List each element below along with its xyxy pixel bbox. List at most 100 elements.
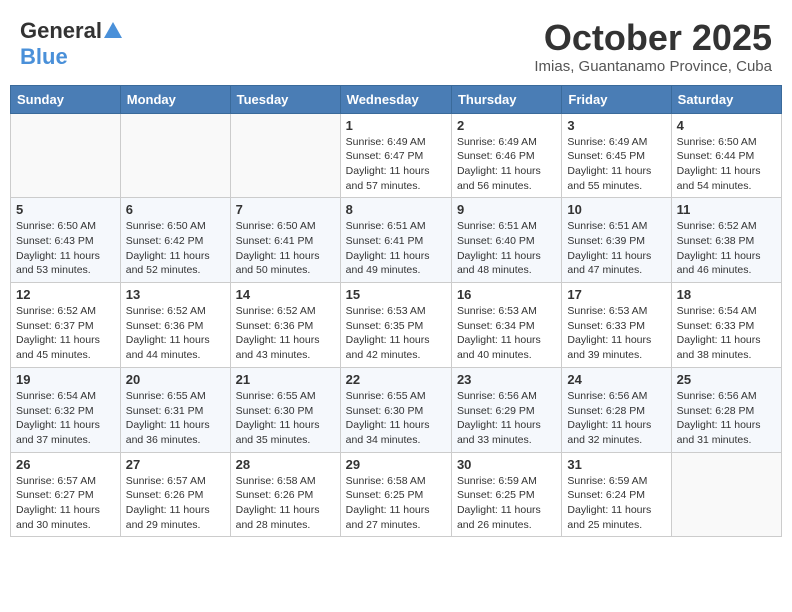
calendar-cell: 31 Sunrise: 6:59 AM Sunset: 6:24 PM Dayli… <box>562 452 671 537</box>
calendar-cell: 17 Sunrise: 6:53 AM Sunset: 6:33 PM Dayli… <box>562 283 671 368</box>
calendar-cell: 4Sunrise: 6:50 AM Sunset: 6:44 PM Daylig… <box>671 113 781 198</box>
day-number: 14 <box>236 287 335 302</box>
calendar-cell: 20 Sunrise: 6:55 AM Sunset: 6:31 PM Dayli… <box>120 367 230 452</box>
calendar-cell: 15 Sunrise: 6:53 AM Sunset: 6:35 PM Dayli… <box>340 283 451 368</box>
day-info: Sunrise: 6:55 AM Sunset: 6:30 PM Dayligh… <box>236 389 335 448</box>
day-info: Sunrise: 6:58 AM Sunset: 6:26 PM Dayligh… <box>236 474 335 533</box>
day-info: Sunrise: 6:59 AM Sunset: 6:25 PM Dayligh… <box>457 474 556 533</box>
calendar-week-4: 19Sunrise: 6:54 AM Sunset: 6:32 PM Dayli… <box>11 367 782 452</box>
calendar-week-2: 5 Sunrise: 6:50 AM Sunset: 6:43 PM Daylig… <box>11 198 782 283</box>
day-info: Sunrise: 6:50 AM Sunset: 6:42 PM Dayligh… <box>126 219 225 278</box>
calendar-cell: 5 Sunrise: 6:50 AM Sunset: 6:43 PM Daylig… <box>11 198 121 283</box>
calendar-cell <box>671 452 781 537</box>
calendar-cell: 10Sunrise: 6:51 AM Sunset: 6:39 PM Dayli… <box>562 198 671 283</box>
day-info: Sunrise: 6:54 AM Sunset: 6:32 PM Dayligh… <box>16 389 115 448</box>
day-info: Sunrise: 6:50 AM Sunset: 6:43 PM Dayligh… <box>16 219 115 278</box>
day-info: Sunrise: 6:51 AM Sunset: 6:40 PM Dayligh… <box>457 219 556 278</box>
calendar-cell: 6 Sunrise: 6:50 AM Sunset: 6:42 PM Daylig… <box>120 198 230 283</box>
calendar-week-5: 26 Sunrise: 6:57 AM Sunset: 6:27 PM Dayli… <box>11 452 782 537</box>
day-info: Sunrise: 6:52 AM Sunset: 6:36 PM Dayligh… <box>126 304 225 363</box>
calendar-cell: 2 Sunrise: 6:49 AM Sunset: 6:46 PM Daylig… <box>451 113 561 198</box>
day-info: Sunrise: 6:56 AM Sunset: 6:28 PM Dayligh… <box>677 389 776 448</box>
day-info: Sunrise: 6:53 AM Sunset: 6:35 PM Dayligh… <box>346 304 446 363</box>
day-info: Sunrise: 6:52 AM Sunset: 6:36 PM Dayligh… <box>236 304 335 363</box>
calendar-cell: 3Sunrise: 6:49 AM Sunset: 6:45 PM Daylig… <box>562 113 671 198</box>
day-number: 27 <box>126 457 225 472</box>
header-row: SundayMondayTuesdayWednesdayThursdayFrid… <box>11 85 782 113</box>
day-number: 29 <box>346 457 446 472</box>
calendar-week-3: 12 Sunrise: 6:52 AM Sunset: 6:37 PM Dayli… <box>11 283 782 368</box>
logo-text: General <box>20 18 102 44</box>
day-number: 7 <box>236 202 335 217</box>
day-number: 1 <box>346 118 446 133</box>
day-info: Sunrise: 6:52 AM Sunset: 6:37 PM Dayligh… <box>16 304 115 363</box>
calendar-cell: 7 Sunrise: 6:50 AM Sunset: 6:41 PM Daylig… <box>230 198 340 283</box>
day-info: Sunrise: 6:50 AM Sunset: 6:41 PM Dayligh… <box>236 219 335 278</box>
day-info: Sunrise: 6:49 AM Sunset: 6:47 PM Dayligh… <box>346 135 446 194</box>
day-number: 5 <box>16 202 115 217</box>
day-number: 11 <box>677 202 776 217</box>
day-number: 17 <box>567 287 665 302</box>
day-info: Sunrise: 6:55 AM Sunset: 6:30 PM Dayligh… <box>346 389 446 448</box>
day-header-saturday: Saturday <box>671 85 781 113</box>
day-number: 24 <box>567 372 665 387</box>
day-info: Sunrise: 6:52 AM Sunset: 6:38 PM Dayligh… <box>677 219 776 278</box>
calendar-cell: 27Sunrise: 6:57 AM Sunset: 6:26 PM Dayli… <box>120 452 230 537</box>
calendar-cell: 29 Sunrise: 6:58 AM Sunset: 6:25 PM Dayli… <box>340 452 451 537</box>
day-number: 31 <box>567 457 665 472</box>
page-header: General Blue October 2025 Imias, Guantan… <box>10 10 782 79</box>
day-header-thursday: Thursday <box>451 85 561 113</box>
calendar-cell: 13Sunrise: 6:52 AM Sunset: 6:36 PM Dayli… <box>120 283 230 368</box>
day-number: 3 <box>567 118 665 133</box>
day-info: Sunrise: 6:51 AM Sunset: 6:39 PM Dayligh… <box>567 219 665 278</box>
calendar-cell: 24 Sunrise: 6:56 AM Sunset: 6:28 PM Dayli… <box>562 367 671 452</box>
day-header-friday: Friday <box>562 85 671 113</box>
calendar-cell: 16Sunrise: 6:53 AM Sunset: 6:34 PM Dayli… <box>451 283 561 368</box>
day-info: Sunrise: 6:59 AM Sunset: 6:24 PM Dayligh… <box>567 474 665 533</box>
day-number: 9 <box>457 202 556 217</box>
day-number: 21 <box>236 372 335 387</box>
day-info: Sunrise: 6:53 AM Sunset: 6:33 PM Dayligh… <box>567 304 665 363</box>
day-info: Sunrise: 6:55 AM Sunset: 6:31 PM Dayligh… <box>126 389 225 448</box>
calendar-cell: 8Sunrise: 6:51 AM Sunset: 6:41 PM Daylig… <box>340 198 451 283</box>
calendar-cell <box>230 113 340 198</box>
location-title: Imias, Guantanamo Province, Cuba <box>534 58 772 75</box>
day-number: 6 <box>126 202 225 217</box>
day-header-sunday: Sunday <box>11 85 121 113</box>
day-number: 4 <box>677 118 776 133</box>
calendar-cell: 26 Sunrise: 6:57 AM Sunset: 6:27 PM Dayli… <box>11 452 121 537</box>
calendar-table: SundayMondayTuesdayWednesdayThursdayFrid… <box>10 85 782 538</box>
day-number: 30 <box>457 457 556 472</box>
day-number: 12 <box>16 287 115 302</box>
day-number: 23 <box>457 372 556 387</box>
calendar-cell: 18 Sunrise: 6:54 AM Sunset: 6:33 PM Dayli… <box>671 283 781 368</box>
calendar-header: SundayMondayTuesdayWednesdayThursdayFrid… <box>11 85 782 113</box>
day-number: 15 <box>346 287 446 302</box>
day-number: 16 <box>457 287 556 302</box>
logo-blue-text: Blue <box>20 44 68 69</box>
day-info: Sunrise: 6:54 AM Sunset: 6:33 PM Dayligh… <box>677 304 776 363</box>
calendar-week-1: 1 Sunrise: 6:49 AM Sunset: 6:47 PM Daylig… <box>11 113 782 198</box>
day-info: Sunrise: 6:56 AM Sunset: 6:28 PM Dayligh… <box>567 389 665 448</box>
day-number: 28 <box>236 457 335 472</box>
day-header-monday: Monday <box>120 85 230 113</box>
day-info: Sunrise: 6:57 AM Sunset: 6:27 PM Dayligh… <box>16 474 115 533</box>
day-header-wednesday: Wednesday <box>340 85 451 113</box>
calendar-cell: 9 Sunrise: 6:51 AM Sunset: 6:40 PM Daylig… <box>451 198 561 283</box>
day-number: 20 <box>126 372 225 387</box>
day-info: Sunrise: 6:49 AM Sunset: 6:46 PM Dayligh… <box>457 135 556 194</box>
day-number: 18 <box>677 287 776 302</box>
month-title: October 2025 <box>534 18 772 58</box>
calendar-body: 1 Sunrise: 6:49 AM Sunset: 6:47 PM Daylig… <box>11 113 782 537</box>
day-number: 2 <box>457 118 556 133</box>
calendar-cell: 21 Sunrise: 6:55 AM Sunset: 6:30 PM Dayli… <box>230 367 340 452</box>
day-header-tuesday: Tuesday <box>230 85 340 113</box>
day-number: 22 <box>346 372 446 387</box>
day-info: Sunrise: 6:56 AM Sunset: 6:29 PM Dayligh… <box>457 389 556 448</box>
calendar-cell: 23 Sunrise: 6:56 AM Sunset: 6:29 PM Dayli… <box>451 367 561 452</box>
calendar-cell: 28 Sunrise: 6:58 AM Sunset: 6:26 PM Dayli… <box>230 452 340 537</box>
calendar-cell: 25Sunrise: 6:56 AM Sunset: 6:28 PM Dayli… <box>671 367 781 452</box>
day-info: Sunrise: 6:58 AM Sunset: 6:25 PM Dayligh… <box>346 474 446 533</box>
day-info: Sunrise: 6:51 AM Sunset: 6:41 PM Dayligh… <box>346 219 446 278</box>
day-number: 26 <box>16 457 115 472</box>
